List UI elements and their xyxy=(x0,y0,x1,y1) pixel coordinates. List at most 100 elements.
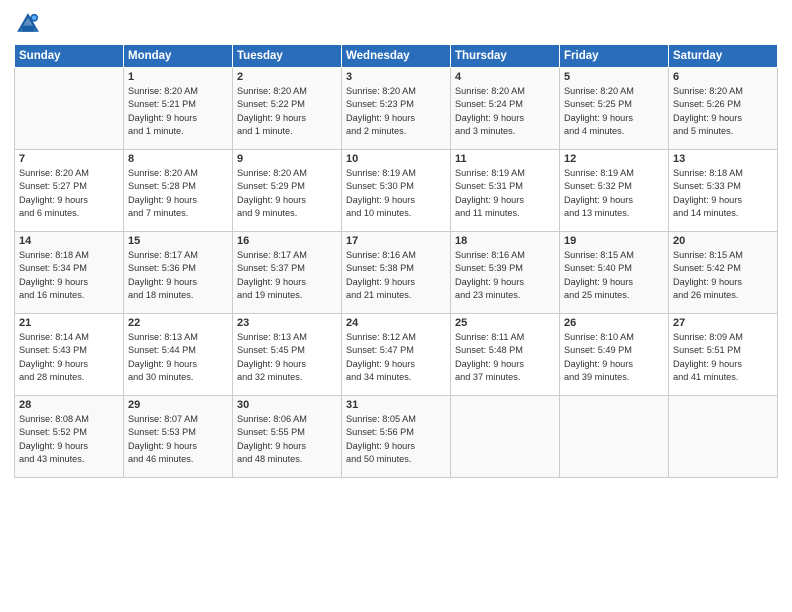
day-number: 4 xyxy=(455,71,555,83)
calendar-cell: 11 Sunrise: 8:19 AM Sunset: 5:31 PM Dayli… xyxy=(451,150,560,232)
day-info: Sunrise: 8:17 AM Sunset: 5:36 PM Dayligh… xyxy=(128,249,228,302)
day-info: Sunrise: 8:16 AM Sunset: 5:38 PM Dayligh… xyxy=(346,249,446,302)
col-header-thursday: Thursday xyxy=(451,45,560,68)
calendar-cell: 14 Sunrise: 8:18 AM Sunset: 5:34 PM Dayli… xyxy=(15,232,124,314)
day-number: 29 xyxy=(128,399,228,411)
calendar-cell: 18Sunrise: 8:16 AM Sunset: 5:39 PM Dayli… xyxy=(451,232,560,314)
calendar-cell: 10 Sunrise: 8:19 AM Sunset: 5:30 PM Dayli… xyxy=(342,150,451,232)
day-info: Sunrise: 8:20 AM Sunset: 5:21 PM Dayligh… xyxy=(128,85,228,138)
calendar-cell: 28 Sunrise: 8:08 AM Sunset: 5:52 PM Dayli… xyxy=(15,396,124,478)
week-row-1: 7 Sunrise: 8:20 AM Sunset: 5:27 PM Daylig… xyxy=(15,150,778,232)
calendar-cell: 13 Sunrise: 8:18 AM Sunset: 5:33 PM Dayli… xyxy=(669,150,778,232)
day-number: 20 xyxy=(673,235,773,247)
day-info: Sunrise: 8:18 AM Sunset: 5:33 PM Dayligh… xyxy=(673,167,773,220)
col-header-saturday: Saturday xyxy=(669,45,778,68)
day-info: Sunrise: 8:06 AM Sunset: 5:55 PM Dayligh… xyxy=(237,413,337,466)
day-number: 15 xyxy=(128,235,228,247)
day-info: Sunrise: 8:13 AM Sunset: 5:45 PM Dayligh… xyxy=(237,331,337,384)
day-number: 1 xyxy=(128,71,228,83)
day-info: Sunrise: 8:05 AM Sunset: 5:56 PM Dayligh… xyxy=(346,413,446,466)
calendar-cell xyxy=(15,68,124,150)
day-number: 26 xyxy=(564,317,664,329)
day-info: Sunrise: 8:13 AM Sunset: 5:44 PM Dayligh… xyxy=(128,331,228,384)
day-info: Sunrise: 8:11 AM Sunset: 5:48 PM Dayligh… xyxy=(455,331,555,384)
day-info: Sunrise: 8:20 AM Sunset: 5:24 PM Dayligh… xyxy=(455,85,555,138)
day-number: 11 xyxy=(455,153,555,165)
day-number: 14 xyxy=(19,235,119,247)
day-number: 22 xyxy=(128,317,228,329)
calendar-cell: 17 Sunrise: 8:16 AM Sunset: 5:38 PM Dayli… xyxy=(342,232,451,314)
day-info: Sunrise: 8:19 AM Sunset: 5:32 PM Dayligh… xyxy=(564,167,664,220)
day-number: 17 xyxy=(346,235,446,247)
page-container: SundayMondayTuesdayWednesdayThursdayFrid… xyxy=(0,0,792,486)
day-info: Sunrise: 8:18 AM Sunset: 5:34 PM Dayligh… xyxy=(19,249,119,302)
day-info: Sunrise: 8:20 AM Sunset: 5:27 PM Dayligh… xyxy=(19,167,119,220)
calendar-cell: 20Sunrise: 8:15 AM Sunset: 5:42 PM Dayli… xyxy=(669,232,778,314)
calendar-cell: 22 Sunrise: 8:13 AM Sunset: 5:44 PM Dayli… xyxy=(124,314,233,396)
calendar-cell: 1 Sunrise: 8:20 AM Sunset: 5:21 PM Daylig… xyxy=(124,68,233,150)
calendar-cell: 8Sunrise: 8:20 AM Sunset: 5:28 PM Daylig… xyxy=(124,150,233,232)
calendar-cell: 9Sunrise: 8:20 AM Sunset: 5:29 PM Daylig… xyxy=(233,150,342,232)
week-row-0: 1 Sunrise: 8:20 AM Sunset: 5:21 PM Daylig… xyxy=(15,68,778,150)
day-number: 21 xyxy=(19,317,119,329)
day-number: 13 xyxy=(673,153,773,165)
calendar-cell: 5 Sunrise: 8:20 AM Sunset: 5:25 PM Daylig… xyxy=(560,68,669,150)
calendar-cell: 27 Sunrise: 8:09 AM Sunset: 5:51 PM Dayli… xyxy=(669,314,778,396)
logo-icon xyxy=(14,10,42,38)
day-number: 3 xyxy=(346,71,446,83)
calendar-cell: 23Sunrise: 8:13 AM Sunset: 5:45 PM Dayli… xyxy=(233,314,342,396)
week-row-2: 14 Sunrise: 8:18 AM Sunset: 5:34 PM Dayli… xyxy=(15,232,778,314)
day-info: Sunrise: 8:20 AM Sunset: 5:26 PM Dayligh… xyxy=(673,85,773,138)
day-number: 7 xyxy=(19,153,119,165)
day-number: 2 xyxy=(237,71,337,83)
day-number: 5 xyxy=(564,71,664,83)
col-header-tuesday: Tuesday xyxy=(233,45,342,68)
calendar-cell: 16 Sunrise: 8:17 AM Sunset: 5:37 PM Dayli… xyxy=(233,232,342,314)
week-row-4: 28 Sunrise: 8:08 AM Sunset: 5:52 PM Dayli… xyxy=(15,396,778,478)
day-info: Sunrise: 8:09 AM Sunset: 5:51 PM Dayligh… xyxy=(673,331,773,384)
day-info: Sunrise: 8:10 AM Sunset: 5:49 PM Dayligh… xyxy=(564,331,664,384)
day-info: Sunrise: 8:16 AM Sunset: 5:39 PM Dayligh… xyxy=(455,249,555,302)
day-number: 24 xyxy=(346,317,446,329)
calendar-cell: 30 Sunrise: 8:06 AM Sunset: 5:55 PM Dayli… xyxy=(233,396,342,478)
day-info: Sunrise: 8:14 AM Sunset: 5:43 PM Dayligh… xyxy=(19,331,119,384)
calendar-cell: 31Sunrise: 8:05 AM Sunset: 5:56 PM Dayli… xyxy=(342,396,451,478)
calendar-cell: 7 Sunrise: 8:20 AM Sunset: 5:27 PM Daylig… xyxy=(15,150,124,232)
calendar-table: SundayMondayTuesdayWednesdayThursdayFrid… xyxy=(14,44,778,478)
day-info: Sunrise: 8:08 AM Sunset: 5:52 PM Dayligh… xyxy=(19,413,119,466)
calendar-cell: 6 Sunrise: 8:20 AM Sunset: 5:26 PM Daylig… xyxy=(669,68,778,150)
calendar-cell: 21 Sunrise: 8:14 AM Sunset: 5:43 PM Dayli… xyxy=(15,314,124,396)
day-number: 28 xyxy=(19,399,119,411)
calendar-cell: 19Sunrise: 8:15 AM Sunset: 5:40 PM Dayli… xyxy=(560,232,669,314)
day-number: 10 xyxy=(346,153,446,165)
col-header-wednesday: Wednesday xyxy=(342,45,451,68)
calendar-cell: 4 Sunrise: 8:20 AM Sunset: 5:24 PM Daylig… xyxy=(451,68,560,150)
header xyxy=(14,10,778,38)
calendar-cell: 26 Sunrise: 8:10 AM Sunset: 5:49 PM Dayli… xyxy=(560,314,669,396)
day-info: Sunrise: 8:17 AM Sunset: 5:37 PM Dayligh… xyxy=(237,249,337,302)
calendar-cell: 24 Sunrise: 8:12 AM Sunset: 5:47 PM Dayli… xyxy=(342,314,451,396)
calendar-cell xyxy=(451,396,560,478)
day-number: 30 xyxy=(237,399,337,411)
calendar-cell: 15 Sunrise: 8:17 AM Sunset: 5:36 PM Dayli… xyxy=(124,232,233,314)
day-info: Sunrise: 8:20 AM Sunset: 5:23 PM Dayligh… xyxy=(346,85,446,138)
day-info: Sunrise: 8:20 AM Sunset: 5:29 PM Dayligh… xyxy=(237,167,337,220)
header-row: SundayMondayTuesdayWednesdayThursdayFrid… xyxy=(15,45,778,68)
col-header-sunday: Sunday xyxy=(15,45,124,68)
week-row-3: 21 Sunrise: 8:14 AM Sunset: 5:43 PM Dayli… xyxy=(15,314,778,396)
calendar-cell xyxy=(560,396,669,478)
day-number: 16 xyxy=(237,235,337,247)
day-info: Sunrise: 8:19 AM Sunset: 5:31 PM Dayligh… xyxy=(455,167,555,220)
day-number: 12 xyxy=(564,153,664,165)
logo xyxy=(14,10,46,38)
day-info: Sunrise: 8:12 AM Sunset: 5:47 PM Dayligh… xyxy=(346,331,446,384)
calendar-cell: 12 Sunrise: 8:19 AM Sunset: 5:32 PM Dayli… xyxy=(560,150,669,232)
day-number: 27 xyxy=(673,317,773,329)
day-info: Sunrise: 8:20 AM Sunset: 5:25 PM Dayligh… xyxy=(564,85,664,138)
day-info: Sunrise: 8:19 AM Sunset: 5:30 PM Dayligh… xyxy=(346,167,446,220)
col-header-friday: Friday xyxy=(560,45,669,68)
calendar-cell: 2 Sunrise: 8:20 AM Sunset: 5:22 PM Daylig… xyxy=(233,68,342,150)
day-info: Sunrise: 8:07 AM Sunset: 5:53 PM Dayligh… xyxy=(128,413,228,466)
day-info: Sunrise: 8:20 AM Sunset: 5:22 PM Dayligh… xyxy=(237,85,337,138)
day-number: 6 xyxy=(673,71,773,83)
